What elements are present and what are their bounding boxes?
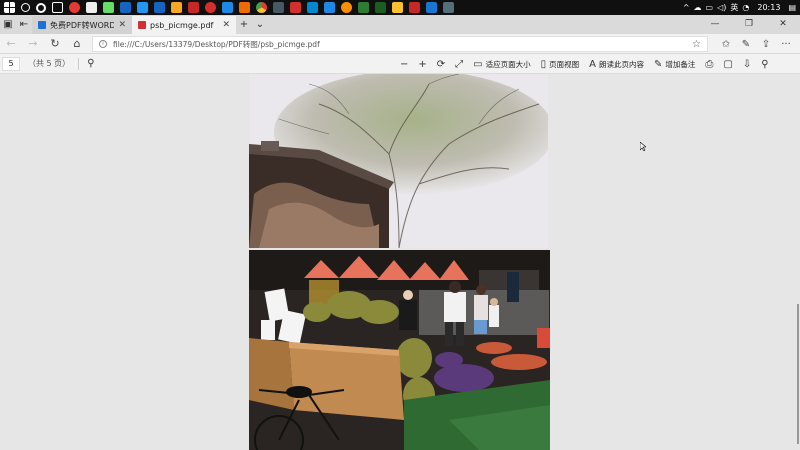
windows-start-icon[interactable]	[4, 2, 15, 13]
file-icon[interactable]	[86, 2, 97, 13]
cloud-icon[interactable]: ☁	[694, 3, 702, 12]
site-favicon-icon	[38, 21, 46, 29]
folder-icon[interactable]	[392, 2, 403, 13]
set-aside-tabs-icon[interactable]: ⇤	[16, 16, 32, 34]
app-icon[interactable]	[324, 2, 335, 13]
tree-photo	[249, 74, 548, 248]
pdf-tool-buttons: − + ⟳ ⤢ ▭ 适应页面大小 ▯ 页面视图 A 朗读此页内容 ✎ 增加备注 …	[400, 54, 779, 74]
app-icon[interactable]	[188, 2, 199, 13]
volume-icon[interactable]: ◁)	[717, 3, 726, 12]
app-icon[interactable]	[290, 2, 301, 13]
fullscreen-button[interactable]: ⤢	[455, 59, 463, 70]
tab-pdf-converter[interactable]: 免费PDF转WORD工具|PDF转 ✕	[32, 16, 132, 34]
close-window-button[interactable]: ✕	[766, 15, 800, 34]
save-button[interactable]: ▢	[723, 59, 732, 70]
browser-tab-strip: ▣ ⇤ 免费PDF转WORD工具|PDF转 ✕ psb_picmge.pdf ✕…	[0, 15, 800, 34]
cortana-icon[interactable]	[36, 2, 46, 13]
search-icon[interactable]	[21, 3, 30, 12]
pdf-toolbar: 5 （共 5 页） ⚲ − + ⟳ ⤢ ▭ 适应页面大小 ▯ 页面视图 A 朗读…	[0, 54, 800, 74]
home-button[interactable]: ⌂	[66, 37, 88, 50]
pdf-viewport[interactable]	[0, 74, 800, 450]
tab-preview-icon[interactable]: ▣	[0, 16, 16, 34]
print-button[interactable]: ⎙	[705, 59, 713, 70]
new-tab-button[interactable]: +	[236, 16, 252, 34]
task-view-icon[interactable]	[52, 2, 63, 13]
app-icon[interactable]	[103, 2, 114, 13]
app-icon[interactable]	[443, 2, 454, 13]
read-aloud-button[interactable]: A 朗读此页内容	[589, 59, 644, 70]
app-icon[interactable]	[341, 2, 352, 13]
page-number-input[interactable]: 5	[2, 56, 20, 71]
vertical-scrollbar[interactable]	[794, 74, 800, 450]
market-photo	[249, 250, 550, 450]
minimize-button[interactable]: —	[698, 15, 732, 34]
pin-toolbar-button[interactable]: ⚲	[761, 59, 768, 70]
page-count: （共 5 页）	[28, 59, 71, 68]
mouse-cursor-icon	[640, 142, 646, 151]
info-icon[interactable]: i	[99, 40, 107, 48]
app-icon[interactable]	[154, 2, 165, 13]
windows-taskbar: ^ ☁ ▭ ◁) 英 ◔ 20:13 ▤	[0, 0, 800, 15]
close-icon[interactable]: ✕	[222, 20, 230, 30]
search-icon[interactable]: ⚲	[87, 58, 94, 69]
edge-icon[interactable]	[222, 2, 233, 13]
pen-notes-icon[interactable]: ✎	[736, 39, 756, 50]
ime-indicator[interactable]: 英	[730, 2, 738, 13]
chevron-up-icon[interactable]: ^	[683, 3, 690, 12]
restore-button[interactable]: ❐	[732, 15, 766, 34]
tab-label: 免费PDF转WORD工具|PDF转	[50, 20, 115, 30]
app-icon[interactable]	[426, 2, 437, 13]
favorites-icon[interactable]: ✩	[716, 39, 736, 50]
scrollbar-thumb[interactable]	[797, 304, 799, 444]
rotate-button[interactable]: ⟳	[437, 59, 445, 70]
fit-page-button[interactable]: ▭ 适应页面大小	[473, 59, 530, 70]
browser-icon[interactable]	[137, 2, 148, 13]
notification-icon[interactable]: ▤	[788, 3, 796, 12]
window-controls: — ❐ ✕	[698, 15, 800, 34]
app-icon[interactable]	[273, 2, 284, 13]
pen-icon: ✎	[653, 58, 663, 70]
app-icon[interactable]	[409, 2, 420, 13]
add-notes-button[interactable]: ✎ 增加备注	[654, 59, 695, 70]
fit-page-icon: ▭	[473, 58, 483, 70]
zoom-out-button[interactable]: −	[400, 59, 408, 70]
app-icon[interactable]	[205, 2, 216, 13]
share-icon[interactable]: ⇪	[756, 39, 776, 50]
tab-label: psb_picmge.pdf	[150, 20, 214, 30]
save-as-button[interactable]: ⇩	[743, 59, 751, 70]
pdf-favicon-icon	[138, 21, 146, 29]
forward-button[interactable]: →	[22, 37, 44, 50]
back-button[interactable]: ←	[0, 37, 22, 50]
page-view-icon: ▯	[540, 58, 547, 70]
favorite-star-icon[interactable]: ☆	[692, 39, 701, 50]
app-icon[interactable]	[375, 2, 386, 13]
app-icon[interactable]	[69, 2, 80, 13]
tab-psb-picmge[interactable]: psb_picmge.pdf ✕	[132, 16, 236, 34]
app-icon[interactable]	[239, 2, 250, 13]
chrome-icon[interactable]	[256, 2, 267, 13]
url-field[interactable]: i file:///C:/Users/13379/Desktop/PDF转图/p…	[92, 36, 708, 52]
more-icon[interactable]: ···	[776, 39, 796, 50]
zoom-in-button[interactable]: +	[418, 59, 426, 70]
close-icon[interactable]: ✕	[118, 20, 126, 30]
tab-list-button[interactable]: ⌄	[252, 16, 268, 34]
page-view-button[interactable]: ▯ 页面视图	[541, 59, 580, 70]
app-icon[interactable]	[307, 2, 318, 13]
divider	[78, 57, 80, 70]
read-aloud-icon: A	[589, 58, 596, 70]
address-toolbar: ← → ↻ ⌂ i file:///C:/Users/13379/Desktop…	[0, 34, 800, 54]
app-icon[interactable]	[171, 2, 182, 13]
clock[interactable]: 20:13	[757, 3, 780, 12]
url-text[interactable]: file:///C:/Users/13379/Desktop/PDF转图/psb…	[113, 39, 320, 50]
network-icon[interactable]: ▭	[706, 3, 714, 12]
refresh-button[interactable]: ↻	[44, 37, 66, 50]
browser-actions: ✩ ✎ ⇪ ···	[716, 34, 796, 54]
wifi-icon[interactable]: ◔	[742, 3, 749, 12]
app-icon[interactable]	[358, 2, 369, 13]
app-icon[interactable]	[120, 2, 131, 13]
